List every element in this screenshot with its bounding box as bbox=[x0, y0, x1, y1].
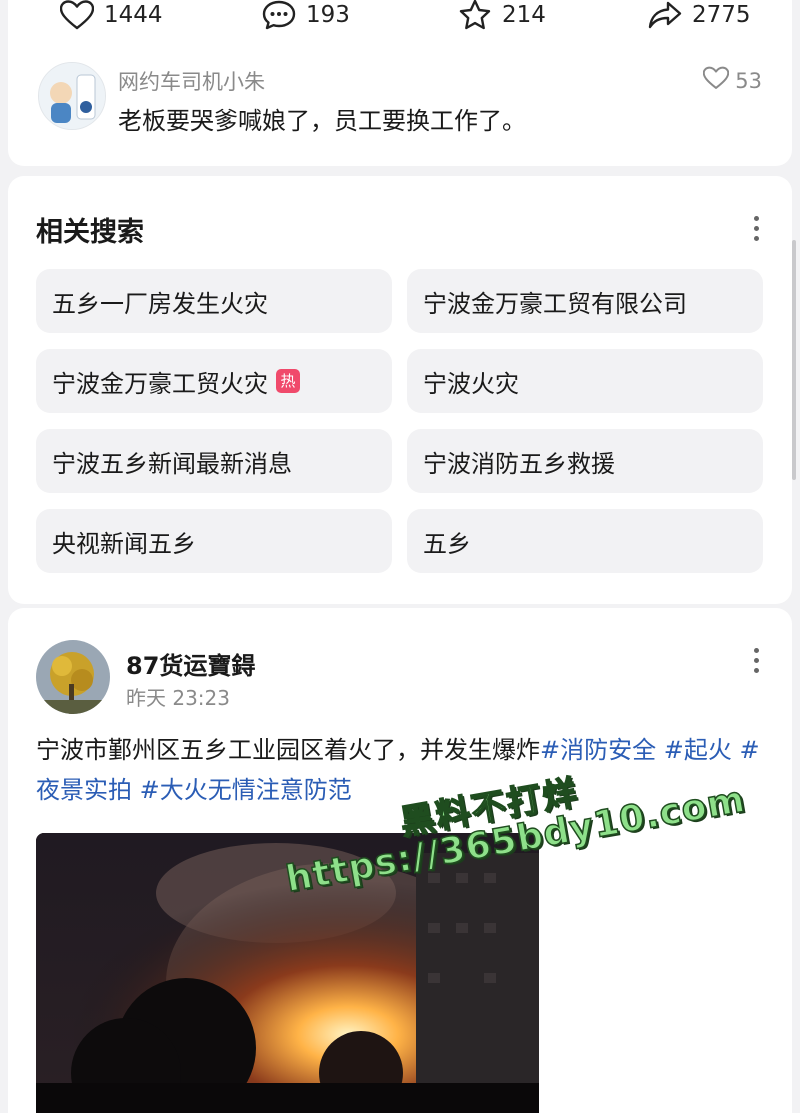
related-search-title: 相关搜索 bbox=[36, 217, 144, 248]
comment-icon bbox=[262, 0, 296, 30]
comment-text: 老板要哭爹喊娘了，员工要换工作了。 bbox=[118, 107, 526, 135]
favorite-count: 214 bbox=[502, 2, 546, 28]
related-search-chip[interactable]: 央视新闻五乡 bbox=[36, 509, 392, 573]
chip-label: 宁波金万豪工贸有限公司 bbox=[423, 289, 687, 318]
heart-outline-icon bbox=[703, 66, 730, 95]
chip-label: 宁波火灾 bbox=[423, 369, 519, 398]
like-button[interactable]: 1444 bbox=[60, 0, 163, 30]
chip-label: 宁波五乡新闻最新消息 bbox=[52, 449, 292, 478]
like-count: 1444 bbox=[104, 2, 163, 28]
post-more-icon[interactable] bbox=[754, 648, 760, 678]
post-photo[interactable] bbox=[36, 833, 539, 1113]
share-count: 2775 bbox=[692, 2, 751, 28]
more-options-icon[interactable] bbox=[754, 216, 760, 246]
favorite-button[interactable]: 214 bbox=[458, 0, 546, 30]
star-icon bbox=[458, 0, 492, 31]
hot-badge: 热 bbox=[276, 369, 300, 393]
hashtag-link[interactable]: #消防安全 bbox=[540, 736, 656, 764]
related-search-chip[interactable]: 宁波消防五乡救援 bbox=[407, 429, 763, 493]
share-arrow-icon bbox=[648, 0, 682, 30]
author-name[interactable]: 87货运寶鍀 bbox=[126, 646, 255, 681]
comment-count: 193 bbox=[306, 2, 350, 28]
hashtag-link[interactable]: #起火 bbox=[664, 736, 732, 764]
post-action-card: 1444 193 214 2775 网约车司机小朱 老板要哭爹喊娘了，员工要换工… bbox=[8, 0, 792, 166]
related-search-chip[interactable]: 宁波金万豪工贸火灾热 bbox=[36, 349, 392, 413]
heart-icon bbox=[60, 0, 94, 30]
related-search-chip[interactable]: 五乡一厂房发生火灾 bbox=[36, 269, 392, 333]
commenter-avatar[interactable] bbox=[38, 62, 106, 130]
related-search-chip[interactable]: 宁波火灾 bbox=[407, 349, 763, 413]
related-search-chip[interactable]: 五乡 bbox=[407, 509, 763, 573]
post-body: 宁波市鄞州区五乡工业园区着火了，并发生爆炸#消防安全 #起火 #夜景实拍 #大火… bbox=[36, 730, 776, 810]
share-button[interactable]: 2775 bbox=[648, 0, 751, 30]
chip-label: 宁波消防五乡救援 bbox=[423, 449, 615, 478]
chip-label: 宁波金万豪工贸火灾 bbox=[52, 369, 268, 398]
comment-like-button[interactable]: 53 bbox=[703, 66, 762, 95]
chip-label: 央视新闻五乡 bbox=[52, 529, 196, 558]
chip-label: 五乡一厂房发生火灾 bbox=[52, 289, 268, 318]
post-main-text: 宁波市鄞州区五乡工业园区着火了，并发生爆炸 bbox=[36, 736, 540, 764]
comment-like-count: 53 bbox=[735, 68, 762, 93]
post-timestamp: 昨天 23:23 bbox=[126, 686, 230, 710]
related-search-chip[interactable]: 宁波金万豪工贸有限公司 bbox=[407, 269, 763, 333]
related-search-card: 相关搜索 五乡一厂房发生火灾 宁波金万豪工贸有限公司 宁波金万豪工贸火灾热 宁波… bbox=[8, 176, 792, 604]
author-avatar[interactable] bbox=[36, 640, 110, 714]
chip-label: 五乡 bbox=[423, 529, 471, 558]
comment-button[interactable]: 193 bbox=[262, 0, 350, 30]
hashtag-link[interactable]: #大火无情注意防范 bbox=[140, 776, 352, 804]
post-card: 87货运寶鍀 昨天 23:23 宁波市鄞州区五乡工业园区着火了，并发生爆炸#消防… bbox=[8, 608, 792, 1113]
commenter-name[interactable]: 网约车司机小朱 bbox=[118, 66, 265, 96]
scrollbar[interactable] bbox=[792, 240, 796, 480]
related-search-chip[interactable]: 宁波五乡新闻最新消息 bbox=[36, 429, 392, 493]
